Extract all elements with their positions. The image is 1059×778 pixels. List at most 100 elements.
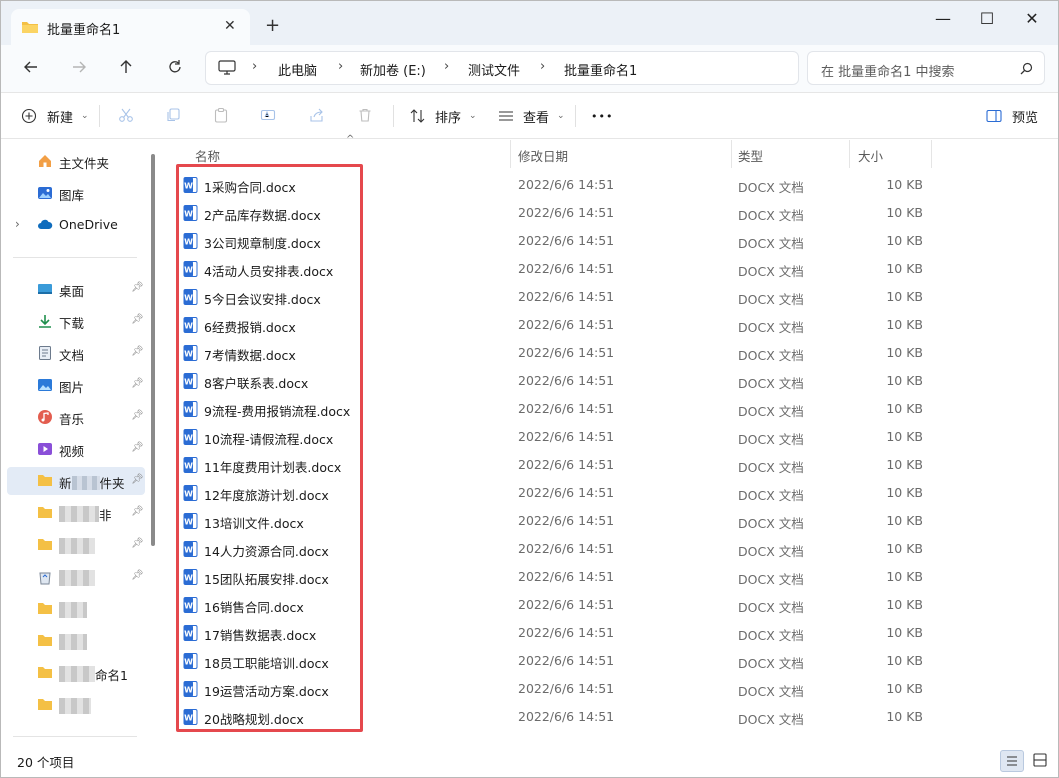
redacted-text — [59, 666, 95, 682]
sidebar-item-documents[interactable]: 文档 📌︎ — [1, 339, 147, 367]
chevron-right-icon: › — [252, 59, 258, 74]
redacted-text — [71, 476, 100, 490]
sidebar-item-pictures[interactable]: 图片 📌︎ — [1, 371, 147, 399]
close-tab-icon[interactable]: ✕ — [224, 18, 236, 34]
sidebar-item-folder[interactable] — [1, 595, 147, 623]
maximize-button[interactable]: ☐ — [972, 9, 1002, 29]
view-label: 查看 — [523, 110, 550, 126]
cut-icon[interactable] — [118, 107, 136, 125]
file-date: 2022/6/6 14:51 — [518, 485, 615, 500]
folder-icon — [37, 633, 53, 649]
paste-icon[interactable] — [213, 107, 231, 125]
redacted-text — [59, 570, 95, 586]
redacted-text — [59, 602, 87, 618]
command-bar: 新建 ⌄ 排序 ⌄ 查看 ⌄ ••• 预览 — [1, 93, 1058, 139]
sidebar-item-folder[interactable]: 非 📌︎ — [1, 499, 147, 527]
sidebar-item-recycle-bin[interactable]: 📌︎ — [1, 563, 147, 591]
new-button[interactable]: 新建 ⌄ — [21, 105, 89, 127]
file-date: 2022/6/6 14:51 — [518, 541, 615, 556]
sidebar-item-label: 图片 — [59, 380, 85, 395]
sidebar-item-onedrive[interactable]: › OneDrive — [1, 211, 147, 239]
pin-icon[interactable]: 📌︎ — [131, 474, 144, 485]
file-date: 2022/6/6 14:51 — [518, 373, 615, 388]
sidebar-scrollbar[interactable] — [151, 154, 155, 546]
pin-icon[interactable]: 📌︎ — [131, 506, 144, 517]
chevron-right-icon[interactable]: › — [15, 217, 20, 231]
up-button[interactable] — [116, 57, 140, 81]
details-view-button[interactable] — [1000, 750, 1024, 772]
breadcrumb-drive-e[interactable]: 新加卷 (E:) — [360, 60, 426, 79]
breadcrumb-current-folder[interactable]: 批量重命名1 — [564, 60, 637, 79]
file-date: 2022/6/6 14:51 — [518, 401, 615, 416]
copy-icon[interactable] — [165, 107, 183, 125]
sidebar-item-folder[interactable]: 📌︎ — [1, 531, 147, 559]
preview-pane-button[interactable]: 预览 — [986, 105, 1038, 127]
column-divider[interactable] — [849, 140, 850, 168]
rename-icon[interactable] — [260, 107, 278, 125]
tiles-view-icon — [1033, 753, 1047, 767]
breadcrumb-this-pc[interactable]: 此电脑 — [278, 60, 317, 79]
column-header-size[interactable]: 大小 — [858, 146, 883, 165]
breadcrumb-test-files[interactable]: 测试文件 — [468, 60, 520, 79]
file-type: DOCX 文档 — [738, 656, 804, 671]
sidebar-item-label: OneDrive — [59, 217, 118, 232]
pin-icon[interactable]: 📌︎ — [131, 282, 144, 293]
forward-button[interactable] — [69, 57, 93, 81]
share-icon[interactable] — [309, 107, 327, 125]
sidebar-item-folder[interactable] — [1, 691, 147, 719]
pin-icon[interactable]: 📌︎ — [131, 410, 144, 421]
column-header-name[interactable]: 名称 — [195, 146, 220, 165]
view-button[interactable]: 查看 ⌄ — [497, 105, 565, 127]
sidebar-item-music[interactable]: 音乐 📌︎ — [1, 403, 147, 431]
pin-icon[interactable]: 📌︎ — [131, 442, 144, 453]
file-type: DOCX 文档 — [738, 292, 804, 307]
file-explorer-window: 批量重命名1 ✕ + — ☐ ✕ › 此电脑 › 新加卷 (E:) › 测试文件… — [0, 0, 1059, 778]
column-divider[interactable] — [731, 140, 732, 168]
file-date: 2022/6/6 14:51 — [518, 681, 615, 696]
pin-icon[interactable]: 📌︎ — [131, 538, 144, 549]
sidebar-item-gallery[interactable]: 图库 — [1, 179, 147, 207]
tab-batch-rename[interactable]: 批量重命名1 ✕ — [11, 9, 250, 45]
file-type: DOCX 文档 — [738, 712, 804, 727]
folder-icon — [37, 505, 53, 521]
sidebar-item-batch-rename[interactable]: 命名1 — [1, 659, 147, 687]
sidebar-item-home[interactable]: 主文件夹 — [1, 147, 147, 175]
refresh-icon — [169, 60, 181, 73]
pin-icon[interactable]: 📌︎ — [131, 314, 144, 325]
pin-icon[interactable]: 📌︎ — [131, 570, 144, 581]
pin-icon[interactable]: 📌︎ — [131, 346, 144, 357]
pin-icon[interactable]: 📌︎ — [131, 378, 144, 389]
folder-icon — [37, 665, 53, 681]
file-type: DOCX 文档 — [738, 348, 804, 363]
delete-icon[interactable] — [357, 107, 375, 125]
back-button[interactable] — [21, 57, 45, 81]
minimize-button[interactable]: — — [928, 9, 958, 29]
refresh-button[interactable] — [165, 57, 189, 81]
new-tab-button[interactable]: + — [265, 17, 280, 35]
search-box[interactable]: 在 批量重命名1 中搜索 — [807, 51, 1045, 85]
folder-name-suffix: 件夹 — [99, 476, 125, 491]
search-input[interactable]: 在 批量重命名1 中搜索 — [821, 61, 955, 80]
file-type: DOCX 文档 — [738, 432, 804, 447]
more-options-button[interactable]: ••• — [591, 105, 613, 127]
sidebar-item-label: 新 件夹 — [59, 473, 125, 492]
arrow-left-icon — [24, 61, 37, 73]
file-date: 2022/6/6 14:51 — [518, 233, 615, 248]
address-bar[interactable]: › 此电脑 › 新加卷 (E:) › 测试文件 › 批量重命名1 — [205, 51, 799, 85]
column-divider[interactable] — [510, 140, 511, 168]
close-window-button[interactable]: ✕ — [1017, 9, 1047, 29]
column-header-date[interactable]: 修改日期 — [518, 146, 568, 165]
sort-button[interactable]: 排序 ⌄ — [409, 105, 477, 127]
sidebar-item-downloads[interactable]: 下载 📌︎ — [1, 307, 147, 335]
folder-icon — [37, 697, 53, 713]
file-date: 2022/6/6 14:51 — [518, 513, 615, 528]
column-divider[interactable] — [931, 140, 932, 168]
sidebar-item-videos[interactable]: 视频 📌︎ — [1, 435, 147, 463]
sidebar-item-new-folder[interactable]: 新 件夹 📌︎ — [7, 467, 145, 495]
tiles-view-button[interactable] — [1029, 750, 1053, 772]
folder-icon — [37, 537, 53, 553]
sidebar-item-desktop[interactable]: 桌面 📌︎ — [1, 275, 147, 303]
folder-name-prefix: 新 — [59, 476, 72, 491]
sidebar-item-folder[interactable] — [1, 627, 147, 655]
column-header-type[interactable]: 类型 — [738, 146, 763, 165]
